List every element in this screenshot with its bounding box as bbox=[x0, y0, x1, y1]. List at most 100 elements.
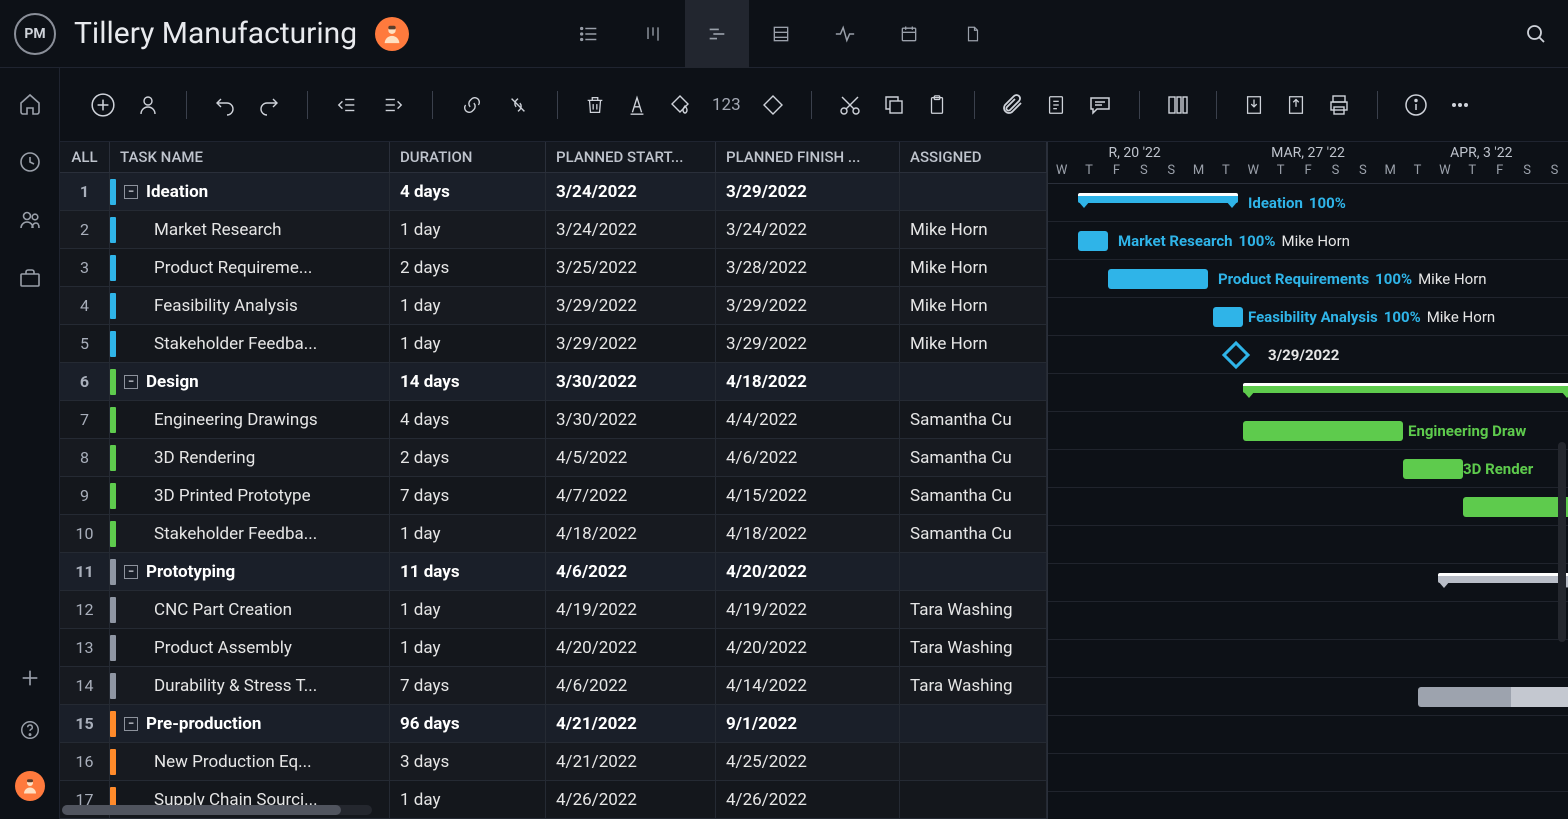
view-activity-icon[interactable] bbox=[813, 0, 877, 68]
user-avatar-small[interactable] bbox=[15, 771, 45, 801]
table-row[interactable]: 7Engineering Drawings4 days3/30/20224/4/… bbox=[60, 401, 1047, 439]
start-cell[interactable]: 4/7/2022 bbox=[546, 477, 716, 515]
assigned-cell[interactable]: Mike Horn bbox=[900, 287, 1047, 325]
col-header-start[interactable]: PLANNED START... bbox=[546, 142, 716, 173]
gantt-row[interactable]: 3/29/2022 bbox=[1048, 336, 1568, 374]
table-row[interactable]: 93D Printed Prototype7 days4/7/20224/15/… bbox=[60, 477, 1047, 515]
start-cell[interactable]: 4/5/2022 bbox=[546, 439, 716, 477]
avatar[interactable] bbox=[375, 17, 409, 51]
notes-icon[interactable] bbox=[1045, 93, 1067, 117]
number-format-icon[interactable]: 123 bbox=[712, 95, 741, 115]
task-name-cell[interactable]: Product Requireme... bbox=[110, 249, 390, 287]
logo[interactable]: PM bbox=[14, 13, 56, 55]
task-name-cell[interactable]: Market Research bbox=[110, 211, 390, 249]
view-calendar-icon[interactable] bbox=[877, 0, 941, 68]
gantt-row[interactable] bbox=[1048, 716, 1568, 754]
task-bar[interactable] bbox=[1403, 459, 1463, 479]
paste-icon[interactable] bbox=[926, 93, 948, 117]
start-cell[interactable]: 3/29/2022 bbox=[546, 325, 716, 363]
duration-cell[interactable]: 1 day bbox=[390, 591, 546, 629]
assigned-cell[interactable]: Samantha Cu bbox=[900, 515, 1047, 553]
undo-icon[interactable] bbox=[213, 93, 237, 117]
assigned-cell[interactable]: Tara Washing bbox=[900, 591, 1047, 629]
table-row[interactable]: 3Product Requireme...2 days3/25/20223/28… bbox=[60, 249, 1047, 287]
task-name-cell[interactable]: Product Assembly bbox=[110, 629, 390, 667]
gantt-chart[interactable]: R, 20 '22MAR, 27 '22APR, 3 '22 WTFSSMTWT… bbox=[1048, 142, 1568, 819]
assigned-cell[interactable]: Tara Washing bbox=[900, 629, 1047, 667]
finish-cell[interactable]: 4/15/2022 bbox=[716, 477, 900, 515]
finish-cell[interactable]: 3/29/2022 bbox=[716, 287, 900, 325]
gantt-row[interactable] bbox=[1048, 374, 1568, 412]
table-row[interactable]: 10Stakeholder Feedba...1 day4/18/20224/1… bbox=[60, 515, 1047, 553]
task-name-cell[interactable]: Stakeholder Feedba... bbox=[110, 325, 390, 363]
collapse-icon[interactable]: − bbox=[124, 185, 138, 199]
start-cell[interactable]: 4/6/2022 bbox=[546, 667, 716, 705]
finish-cell[interactable]: 3/29/2022 bbox=[716, 325, 900, 363]
search-icon[interactable] bbox=[1524, 22, 1548, 46]
gantt-row[interactable]: Product Requirements 100% Mike Horn bbox=[1048, 260, 1568, 298]
task-name-cell[interactable]: 3D Printed Prototype bbox=[110, 477, 390, 515]
gantt-row[interactable] bbox=[1048, 754, 1568, 792]
assigned-cell[interactable] bbox=[900, 743, 1047, 781]
more-icon[interactable] bbox=[1448, 93, 1472, 117]
copy-icon[interactable] bbox=[882, 93, 906, 117]
gantt-row[interactable]: 3D Render bbox=[1048, 450, 1568, 488]
assigned-cell[interactable] bbox=[900, 781, 1047, 819]
duration-cell[interactable]: 2 days bbox=[390, 439, 546, 477]
cut-icon[interactable] bbox=[838, 93, 862, 117]
table-row[interactable]: 13Product Assembly1 day4/20/20224/20/202… bbox=[60, 629, 1047, 667]
export-icon[interactable] bbox=[1285, 93, 1307, 117]
gantt-row[interactable] bbox=[1048, 602, 1568, 640]
summary-bar[interactable] bbox=[1438, 573, 1568, 583]
summary-bar[interactable] bbox=[1078, 193, 1238, 203]
finish-cell[interactable]: 3/28/2022 bbox=[716, 249, 900, 287]
col-header-name[interactable]: TASK NAME bbox=[110, 142, 390, 173]
comment-icon[interactable] bbox=[1087, 93, 1113, 117]
finish-cell[interactable]: 3/24/2022 bbox=[716, 211, 900, 249]
duration-cell[interactable]: 1 day bbox=[390, 211, 546, 249]
assigned-cell[interactable] bbox=[900, 363, 1047, 401]
table-row[interactable]: 1−Ideation4 days3/24/20223/29/2022 bbox=[60, 173, 1047, 211]
duration-cell[interactable]: 4 days bbox=[390, 401, 546, 439]
view-gantt-icon[interactable] bbox=[685, 0, 749, 68]
start-cell[interactable]: 4/26/2022 bbox=[546, 781, 716, 819]
clock-icon[interactable] bbox=[18, 150, 42, 174]
task-name-cell[interactable]: −Pre-production bbox=[110, 705, 390, 743]
finish-cell[interactable]: 4/18/2022 bbox=[716, 515, 900, 553]
gantt-row[interactable]: Engineering Draw bbox=[1048, 412, 1568, 450]
finish-cell[interactable]: 3/29/2022 bbox=[716, 173, 900, 211]
table-row[interactable]: 6−Design14 days3/30/20224/18/2022 bbox=[60, 363, 1047, 401]
outdent-icon[interactable] bbox=[334, 94, 360, 116]
duration-cell[interactable]: 4 days bbox=[390, 173, 546, 211]
indent-icon[interactable] bbox=[380, 94, 406, 116]
assigned-cell[interactable]: Mike Horn bbox=[900, 211, 1047, 249]
finish-cell[interactable]: 4/20/2022 bbox=[716, 629, 900, 667]
assigned-cell[interactable]: Samantha Cu bbox=[900, 439, 1047, 477]
gantt-row[interactable]: Market Research 100% Mike Horn bbox=[1048, 222, 1568, 260]
finish-cell[interactable]: 4/26/2022 bbox=[716, 781, 900, 819]
finish-cell[interactable]: 4/19/2022 bbox=[716, 591, 900, 629]
team-icon[interactable] bbox=[18, 208, 42, 232]
duration-cell[interactable]: 1 day bbox=[390, 515, 546, 553]
task-bar[interactable] bbox=[1463, 497, 1568, 517]
table-row[interactable]: 2Market Research1 day3/24/20223/24/2022M… bbox=[60, 211, 1047, 249]
task-bar[interactable] bbox=[1243, 421, 1403, 441]
assigned-cell[interactable]: Mike Horn bbox=[900, 325, 1047, 363]
duration-cell[interactable]: 96 days bbox=[390, 705, 546, 743]
duration-cell[interactable]: 3 days bbox=[390, 743, 546, 781]
start-cell[interactable]: 3/29/2022 bbox=[546, 287, 716, 325]
collapse-icon[interactable]: − bbox=[124, 565, 138, 579]
unlink-icon[interactable] bbox=[505, 94, 531, 116]
task-name-cell[interactable]: Stakeholder Feedba... bbox=[110, 515, 390, 553]
start-cell[interactable]: 3/30/2022 bbox=[546, 401, 716, 439]
task-name-cell[interactable]: −Design bbox=[110, 363, 390, 401]
table-row[interactable]: 14Durability & Stress T...7 days4/6/2022… bbox=[60, 667, 1047, 705]
gantt-row[interactable]: Ideation 100% bbox=[1048, 184, 1568, 222]
start-cell[interactable]: 4/6/2022 bbox=[546, 553, 716, 591]
assigned-cell[interactable]: Mike Horn bbox=[900, 249, 1047, 287]
briefcase-icon[interactable] bbox=[18, 266, 42, 290]
gantt-row[interactable] bbox=[1048, 792, 1568, 819]
summary-bar[interactable] bbox=[1243, 383, 1568, 393]
col-header-all[interactable]: ALL bbox=[60, 142, 110, 173]
finish-cell[interactable]: 9/1/2022 bbox=[716, 705, 900, 743]
